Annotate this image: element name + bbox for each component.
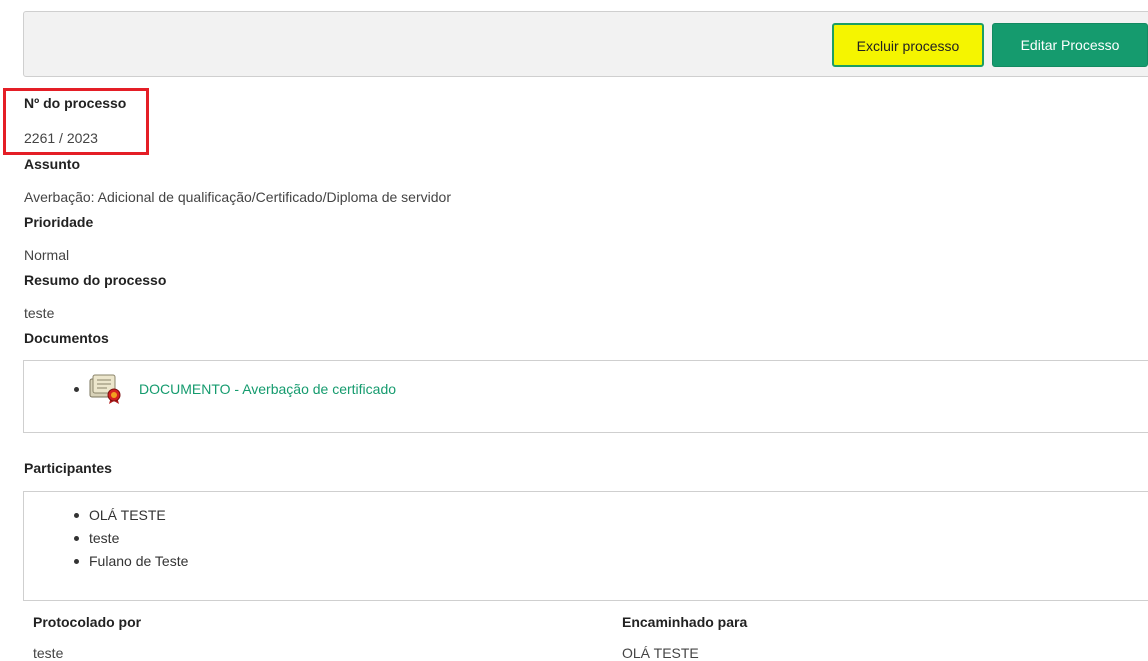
process-details-page: Excluir processo Editar Processo Nº do p… (0, 0, 1148, 661)
protocolado-value: teste (33, 645, 64, 661)
participant-name: teste (89, 530, 120, 546)
priority-value: Normal (24, 247, 70, 263)
list-item: teste (74, 530, 119, 546)
encaminhado-value: OLÁ TESTE (622, 645, 699, 661)
subject-value: Averbação: Adicional de qualificação/Cer… (24, 189, 451, 205)
delete-process-button[interactable]: Excluir processo (832, 23, 984, 67)
documents-label: Documentos (24, 330, 109, 346)
documents-panel: DOCUMENTO - Averbação de certificado (23, 360, 1148, 433)
process-number-label: Nº do processo (24, 95, 127, 111)
bullet-icon (74, 558, 79, 564)
participant-name: OLÁ TESTE (89, 507, 166, 523)
bullet-icon (74, 535, 79, 541)
action-toolbar: Excluir processo Editar Processo (23, 11, 1148, 77)
summary-label: Resumo do processo (24, 272, 167, 288)
bullet-icon (74, 512, 79, 518)
certificate-document-icon[interactable] (89, 373, 125, 405)
summary-value: teste (24, 305, 55, 321)
subject-label: Assunto (24, 156, 80, 172)
list-item: DOCUMENTO - Averbação de certificado (74, 373, 396, 405)
list-item: OLÁ TESTE (74, 507, 166, 523)
participants-panel: OLÁ TESTE teste Fulano de Teste (23, 491, 1148, 601)
participants-label: Participantes (24, 460, 112, 476)
protocolado-label: Protocolado por (33, 614, 142, 630)
process-number-value: 2261 / 2023 (24, 130, 98, 146)
bullet-icon (74, 386, 79, 392)
participant-name: Fulano de Teste (89, 553, 189, 569)
priority-label: Prioridade (24, 214, 94, 230)
list-item: Fulano de Teste (74, 553, 188, 569)
edit-process-button[interactable]: Editar Processo (992, 23, 1148, 67)
document-link[interactable]: DOCUMENTO - Averbação de certificado (139, 381, 396, 397)
encaminhado-label: Encaminhado para (622, 614, 748, 630)
